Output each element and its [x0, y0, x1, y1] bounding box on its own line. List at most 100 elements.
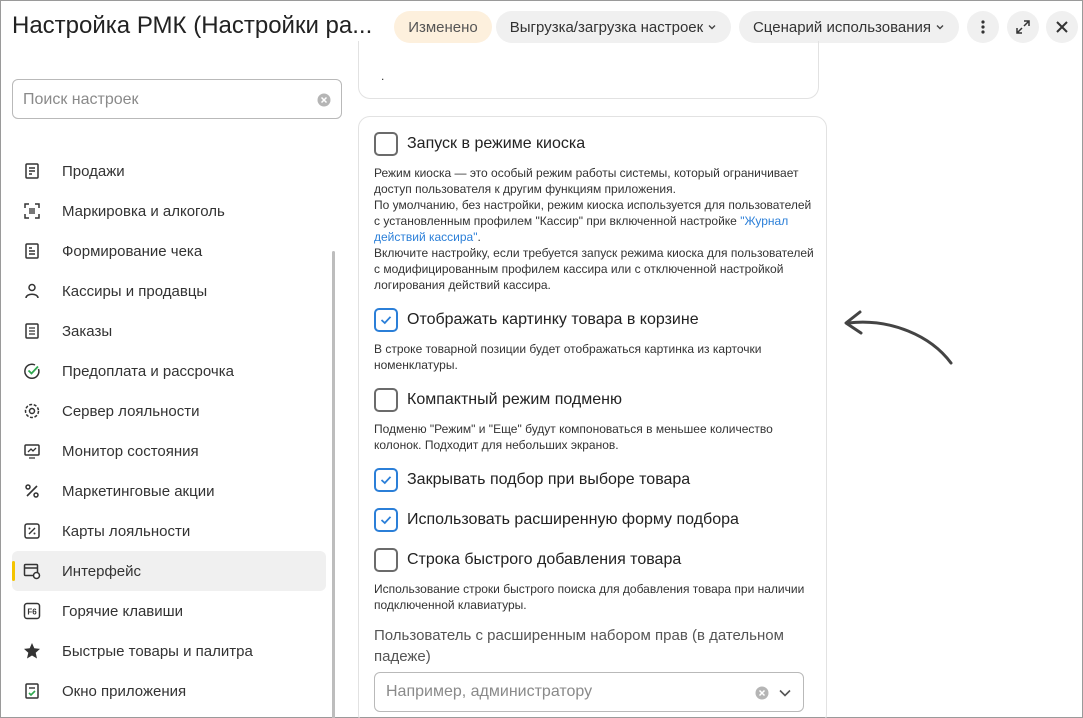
sidebar-item-loyalty-server[interactable]: Сервер лояльности	[12, 391, 326, 431]
sidebar-item-label: Монитор состояния	[62, 442, 199, 460]
sidebar-item-label: Окно приложения	[62, 682, 187, 700]
close-icon	[1056, 21, 1068, 33]
check-circle-icon	[22, 361, 42, 381]
sidebar-item-status-monitor[interactable]: Монитор состояния	[12, 431, 326, 471]
window-check-icon	[22, 681, 42, 701]
close-picker-checkbox[interactable]	[374, 468, 398, 492]
interface-settings-icon	[22, 561, 42, 581]
compact-submenu-description: Подменю "Режим" и "Еще" будут компоноват…	[374, 422, 773, 452]
kiosk-mode-checkbox[interactable]	[374, 132, 398, 156]
upload-settings-menu[interactable]: Выгрузка/загрузка настроек	[496, 11, 731, 43]
setting-show-image: Отображать картинку товара в корзине В с…	[374, 308, 819, 373]
extended-picker-label: Использовать расширенную форму подбора	[407, 511, 739, 528]
settings-sidebar: Продажи Маркировка и алкоголь Формирован…	[12, 151, 326, 711]
chevron-down-icon	[708, 25, 716, 30]
more-vertical-icon	[981, 20, 985, 34]
setting-compact-submenu: Компактный режим подменю Подменю "Режим"…	[374, 388, 819, 453]
kiosk-mode-description: Режим киоска — это особый режим работы с…	[374, 165, 819, 293]
extended-picker-checkbox[interactable]	[374, 508, 398, 532]
kiosk-mode-label: Запуск в режиме киоска	[407, 135, 586, 152]
changed-badge-label: Изменено	[408, 18, 478, 36]
sidebar-item-label: Предоплата и рассрочка	[62, 362, 234, 380]
sidebar-scrollbar[interactable]	[332, 251, 335, 718]
previous-settings-card: .	[358, 41, 819, 99]
receipt-icon	[22, 241, 42, 261]
kiosk-desc-part1: Режим киоска — это особый режим работы с…	[374, 166, 799, 196]
sidebar-item-receipt[interactable]: Формирование чека	[12, 231, 326, 271]
privileged-user-placeholder: Например, администратору	[386, 683, 593, 700]
search-box	[12, 79, 342, 119]
document-icon	[22, 321, 42, 341]
svg-text:F6: F6	[27, 608, 37, 617]
sidebar-item-label: Интерфейс	[62, 562, 142, 580]
percent-icon	[22, 481, 42, 501]
setting-kiosk-mode: Запуск в режиме киоска Режим киоска — эт…	[374, 132, 819, 293]
checkmark-icon	[380, 516, 392, 525]
sidebar-item-marketing[interactable]: Маркетинговые акции	[12, 471, 326, 511]
annotation-arrow-icon	[844, 310, 953, 365]
changed-badge: Изменено	[394, 11, 492, 43]
quick-add-label: Строка быстрого добавления товара	[407, 551, 682, 568]
sidebar-item-label: Маркетинговые акции	[62, 482, 215, 500]
privileged-user-field[interactable]: Например, администратору	[374, 672, 804, 712]
sidebar-item-label: Горячие клавиши	[62, 602, 184, 620]
expand-button[interactable]	[1007, 11, 1039, 43]
setting-quick-add: Строка быстрого добавления товара Исполь…	[374, 548, 819, 613]
sidebar-item-label: Заказы	[62, 322, 113, 340]
search-input[interactable]	[23, 89, 313, 111]
f6-key-icon: F6	[22, 601, 42, 621]
clear-search-icon[interactable]	[317, 93, 331, 107]
monitor-icon	[22, 441, 42, 461]
sidebar-item-hotkeys[interactable]: F6 Горячие клавиши	[12, 591, 326, 631]
sidebar-item-app-window[interactable]: Окно приложения	[12, 671, 326, 711]
show-image-label: Отображать картинку товара в корзине	[407, 311, 699, 328]
clear-field-icon[interactable]	[755, 686, 769, 700]
sidebar-item-quick-goods[interactable]: Быстрые товары и палитра	[12, 631, 326, 671]
sidebar-item-label: Кассиры и продавцы	[62, 282, 208, 300]
card-text: .	[381, 69, 385, 83]
sidebar-item-label: Продажи	[62, 162, 125, 180]
sidebar-item-cashiers[interactable]: Кассиры и продавцы	[12, 271, 326, 311]
privileged-user-label: Пользователь с расширенным набором прав …	[374, 627, 784, 665]
sidebar-item-loyalty-cards[interactable]: Карты лояльности	[12, 511, 326, 551]
sidebar-item-marking[interactable]: Маркировка и алкоголь	[12, 191, 326, 231]
chevron-down-icon[interactable]	[778, 687, 792, 699]
usage-scenario-label: Сценарий использования	[752, 18, 932, 36]
discount-card-icon	[22, 521, 42, 541]
more-button[interactable]	[967, 11, 999, 43]
sidebar-item-interface[interactable]: Интерфейс	[12, 551, 326, 591]
chevron-down-icon	[936, 25, 944, 30]
quick-add-description: Использование строки быстрого поиска для…	[374, 582, 805, 612]
kiosk-desc-part3: .	[477, 230, 481, 244]
show-image-description: В строке товарной позиции будет отобража…	[374, 342, 762, 372]
compact-submenu-label: Компактный режим подменю	[407, 391, 622, 408]
expand-icon	[1016, 20, 1030, 34]
sidebar-item-sales[interactable]: Продажи	[12, 151, 326, 191]
checkmark-icon	[380, 316, 392, 325]
gear-icon	[22, 401, 42, 421]
show-image-checkbox[interactable]	[374, 308, 398, 332]
sidebar-item-label: Быстрые товары и палитра	[62, 642, 253, 660]
kiosk-desc-part4: Включите настройку, если требуется запус…	[374, 246, 814, 292]
page-title: Настройка РМК (Настройки ра...	[12, 12, 373, 39]
sidebar-item-label: Карты лояльности	[62, 522, 191, 540]
setting-extended-picker: Использовать расширенную форму подбора	[374, 508, 819, 532]
person-icon	[22, 281, 42, 301]
usage-scenario-menu[interactable]: Сценарий использования	[739, 11, 959, 43]
setting-close-picker: Закрывать подбор при выборе товара	[374, 468, 819, 492]
upload-settings-label: Выгрузка/загрузка настроек	[509, 18, 704, 36]
sidebar-item-prepayment[interactable]: Предоплата и рассрочка	[12, 351, 326, 391]
qr-code-icon	[22, 201, 42, 221]
sidebar-item-label: Маркировка и алкоголь	[62, 202, 225, 220]
close-button[interactable]	[1046, 11, 1078, 43]
quick-add-checkbox[interactable]	[374, 548, 398, 572]
receipt-register-icon	[22, 161, 42, 181]
interface-settings-card: Запуск в режиме киоска Режим киоска — эт…	[358, 116, 827, 718]
compact-submenu-checkbox[interactable]	[374, 388, 398, 412]
close-picker-label: Закрывать подбор при выборе товара	[407, 471, 691, 488]
star-icon	[22, 641, 42, 661]
checkmark-icon	[380, 476, 392, 485]
sidebar-item-orders[interactable]: Заказы	[12, 311, 326, 351]
sidebar-item-label: Формирование чека	[62, 242, 203, 260]
sidebar-item-label: Сервер лояльности	[62, 402, 200, 420]
